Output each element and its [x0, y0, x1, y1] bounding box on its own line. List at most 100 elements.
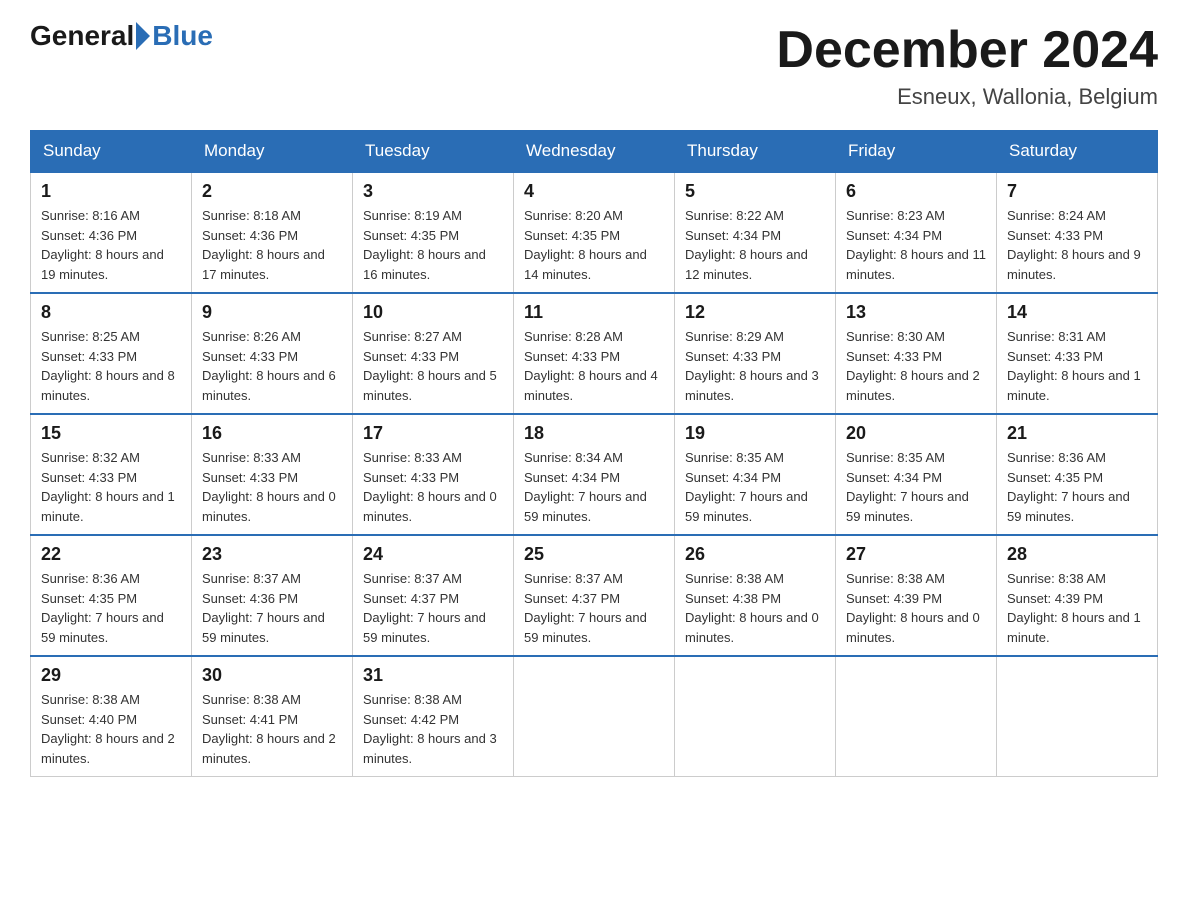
day-info: Sunrise: 8:20 AM Sunset: 4:35 PM Dayligh…	[524, 206, 664, 284]
day-info: Sunrise: 8:33 AM Sunset: 4:33 PM Dayligh…	[202, 448, 342, 526]
day-info: Sunrise: 8:29 AM Sunset: 4:33 PM Dayligh…	[685, 327, 825, 405]
day-number: 18	[524, 423, 664, 444]
table-row: 5 Sunrise: 8:22 AM Sunset: 4:34 PM Dayli…	[675, 172, 836, 293]
day-info: Sunrise: 8:37 AM Sunset: 4:36 PM Dayligh…	[202, 569, 342, 647]
table-row: 20 Sunrise: 8:35 AM Sunset: 4:34 PM Dayl…	[836, 414, 997, 535]
day-info: Sunrise: 8:36 AM Sunset: 4:35 PM Dayligh…	[41, 569, 181, 647]
day-info: Sunrise: 8:34 AM Sunset: 4:34 PM Dayligh…	[524, 448, 664, 526]
day-info: Sunrise: 8:19 AM Sunset: 4:35 PM Dayligh…	[363, 206, 503, 284]
week-row-2: 8 Sunrise: 8:25 AM Sunset: 4:33 PM Dayli…	[31, 293, 1158, 414]
day-number: 14	[1007, 302, 1147, 323]
day-number: 24	[363, 544, 503, 565]
day-info: Sunrise: 8:37 AM Sunset: 4:37 PM Dayligh…	[363, 569, 503, 647]
table-row: 26 Sunrise: 8:38 AM Sunset: 4:38 PM Dayl…	[675, 535, 836, 656]
calendar-title: December 2024	[776, 20, 1158, 80]
day-number: 29	[41, 665, 181, 686]
day-number: 28	[1007, 544, 1147, 565]
table-row: 19 Sunrise: 8:35 AM Sunset: 4:34 PM Dayl…	[675, 414, 836, 535]
table-row: 28 Sunrise: 8:38 AM Sunset: 4:39 PM Dayl…	[997, 535, 1158, 656]
col-sunday: Sunday	[31, 131, 192, 173]
table-row: 18 Sunrise: 8:34 AM Sunset: 4:34 PM Dayl…	[514, 414, 675, 535]
table-row: 25 Sunrise: 8:37 AM Sunset: 4:37 PM Dayl…	[514, 535, 675, 656]
day-number: 13	[846, 302, 986, 323]
table-row: 29 Sunrise: 8:38 AM Sunset: 4:40 PM Dayl…	[31, 656, 192, 777]
table-row	[836, 656, 997, 777]
col-friday: Friday	[836, 131, 997, 173]
table-row: 27 Sunrise: 8:38 AM Sunset: 4:39 PM Dayl…	[836, 535, 997, 656]
table-row: 21 Sunrise: 8:36 AM Sunset: 4:35 PM Dayl…	[997, 414, 1158, 535]
col-saturday: Saturday	[997, 131, 1158, 173]
table-row: 2 Sunrise: 8:18 AM Sunset: 4:36 PM Dayli…	[192, 172, 353, 293]
table-row: 10 Sunrise: 8:27 AM Sunset: 4:33 PM Dayl…	[353, 293, 514, 414]
day-number: 4	[524, 181, 664, 202]
table-row: 1 Sunrise: 8:16 AM Sunset: 4:36 PM Dayli…	[31, 172, 192, 293]
day-number: 27	[846, 544, 986, 565]
day-info: Sunrise: 8:23 AM Sunset: 4:34 PM Dayligh…	[846, 206, 986, 284]
day-info: Sunrise: 8:35 AM Sunset: 4:34 PM Dayligh…	[846, 448, 986, 526]
table-row: 13 Sunrise: 8:30 AM Sunset: 4:33 PM Dayl…	[836, 293, 997, 414]
day-info: Sunrise: 8:18 AM Sunset: 4:36 PM Dayligh…	[202, 206, 342, 284]
day-info: Sunrise: 8:31 AM Sunset: 4:33 PM Dayligh…	[1007, 327, 1147, 405]
day-info: Sunrise: 8:25 AM Sunset: 4:33 PM Dayligh…	[41, 327, 181, 405]
week-row-4: 22 Sunrise: 8:36 AM Sunset: 4:35 PM Dayl…	[31, 535, 1158, 656]
day-info: Sunrise: 8:38 AM Sunset: 4:39 PM Dayligh…	[1007, 569, 1147, 647]
day-info: Sunrise: 8:32 AM Sunset: 4:33 PM Dayligh…	[41, 448, 181, 526]
table-row: 7 Sunrise: 8:24 AM Sunset: 4:33 PM Dayli…	[997, 172, 1158, 293]
day-number: 19	[685, 423, 825, 444]
day-number: 11	[524, 302, 664, 323]
table-row: 15 Sunrise: 8:32 AM Sunset: 4:33 PM Dayl…	[31, 414, 192, 535]
week-row-5: 29 Sunrise: 8:38 AM Sunset: 4:40 PM Dayl…	[31, 656, 1158, 777]
day-number: 15	[41, 423, 181, 444]
col-wednesday: Wednesday	[514, 131, 675, 173]
day-info: Sunrise: 8:22 AM Sunset: 4:34 PM Dayligh…	[685, 206, 825, 284]
day-number: 20	[846, 423, 986, 444]
day-number: 30	[202, 665, 342, 686]
day-info: Sunrise: 8:26 AM Sunset: 4:33 PM Dayligh…	[202, 327, 342, 405]
day-info: Sunrise: 8:38 AM Sunset: 4:41 PM Dayligh…	[202, 690, 342, 768]
week-row-1: 1 Sunrise: 8:16 AM Sunset: 4:36 PM Dayli…	[31, 172, 1158, 293]
day-info: Sunrise: 8:28 AM Sunset: 4:33 PM Dayligh…	[524, 327, 664, 405]
table-row: 9 Sunrise: 8:26 AM Sunset: 4:33 PM Dayli…	[192, 293, 353, 414]
table-row: 24 Sunrise: 8:37 AM Sunset: 4:37 PM Dayl…	[353, 535, 514, 656]
calendar-subtitle: Esneux, Wallonia, Belgium	[776, 84, 1158, 110]
table-row: 11 Sunrise: 8:28 AM Sunset: 4:33 PM Dayl…	[514, 293, 675, 414]
day-info: Sunrise: 8:38 AM Sunset: 4:39 PM Dayligh…	[846, 569, 986, 647]
day-info: Sunrise: 8:38 AM Sunset: 4:42 PM Dayligh…	[363, 690, 503, 768]
header-row: Sunday Monday Tuesday Wednesday Thursday…	[31, 131, 1158, 173]
table-row: 12 Sunrise: 8:29 AM Sunset: 4:33 PM Dayl…	[675, 293, 836, 414]
day-number: 25	[524, 544, 664, 565]
logo-blue-text: Blue	[152, 20, 213, 52]
table-row: 6 Sunrise: 8:23 AM Sunset: 4:34 PM Dayli…	[836, 172, 997, 293]
table-row: 3 Sunrise: 8:19 AM Sunset: 4:35 PM Dayli…	[353, 172, 514, 293]
day-number: 6	[846, 181, 986, 202]
day-number: 17	[363, 423, 503, 444]
table-row: 8 Sunrise: 8:25 AM Sunset: 4:33 PM Dayli…	[31, 293, 192, 414]
day-info: Sunrise: 8:27 AM Sunset: 4:33 PM Dayligh…	[363, 327, 503, 405]
day-number: 23	[202, 544, 342, 565]
table-row: 14 Sunrise: 8:31 AM Sunset: 4:33 PM Dayl…	[997, 293, 1158, 414]
day-number: 31	[363, 665, 503, 686]
day-number: 5	[685, 181, 825, 202]
table-row: 16 Sunrise: 8:33 AM Sunset: 4:33 PM Dayl…	[192, 414, 353, 535]
day-info: Sunrise: 8:30 AM Sunset: 4:33 PM Dayligh…	[846, 327, 986, 405]
title-section: December 2024 Esneux, Wallonia, Belgium	[776, 20, 1158, 110]
calendar-table: Sunday Monday Tuesday Wednesday Thursday…	[30, 130, 1158, 777]
day-info: Sunrise: 8:38 AM Sunset: 4:38 PM Dayligh…	[685, 569, 825, 647]
day-info: Sunrise: 8:35 AM Sunset: 4:34 PM Dayligh…	[685, 448, 825, 526]
day-number: 3	[363, 181, 503, 202]
day-number: 22	[41, 544, 181, 565]
table-row: 4 Sunrise: 8:20 AM Sunset: 4:35 PM Dayli…	[514, 172, 675, 293]
page-header: General Blue December 2024 Esneux, Wallo…	[30, 20, 1158, 110]
col-tuesday: Tuesday	[353, 131, 514, 173]
day-info: Sunrise: 8:37 AM Sunset: 4:37 PM Dayligh…	[524, 569, 664, 647]
table-row	[997, 656, 1158, 777]
day-number: 9	[202, 302, 342, 323]
day-info: Sunrise: 8:16 AM Sunset: 4:36 PM Dayligh…	[41, 206, 181, 284]
col-monday: Monday	[192, 131, 353, 173]
day-info: Sunrise: 8:38 AM Sunset: 4:40 PM Dayligh…	[41, 690, 181, 768]
day-number: 8	[41, 302, 181, 323]
table-row	[675, 656, 836, 777]
day-number: 12	[685, 302, 825, 323]
day-number: 26	[685, 544, 825, 565]
day-number: 21	[1007, 423, 1147, 444]
